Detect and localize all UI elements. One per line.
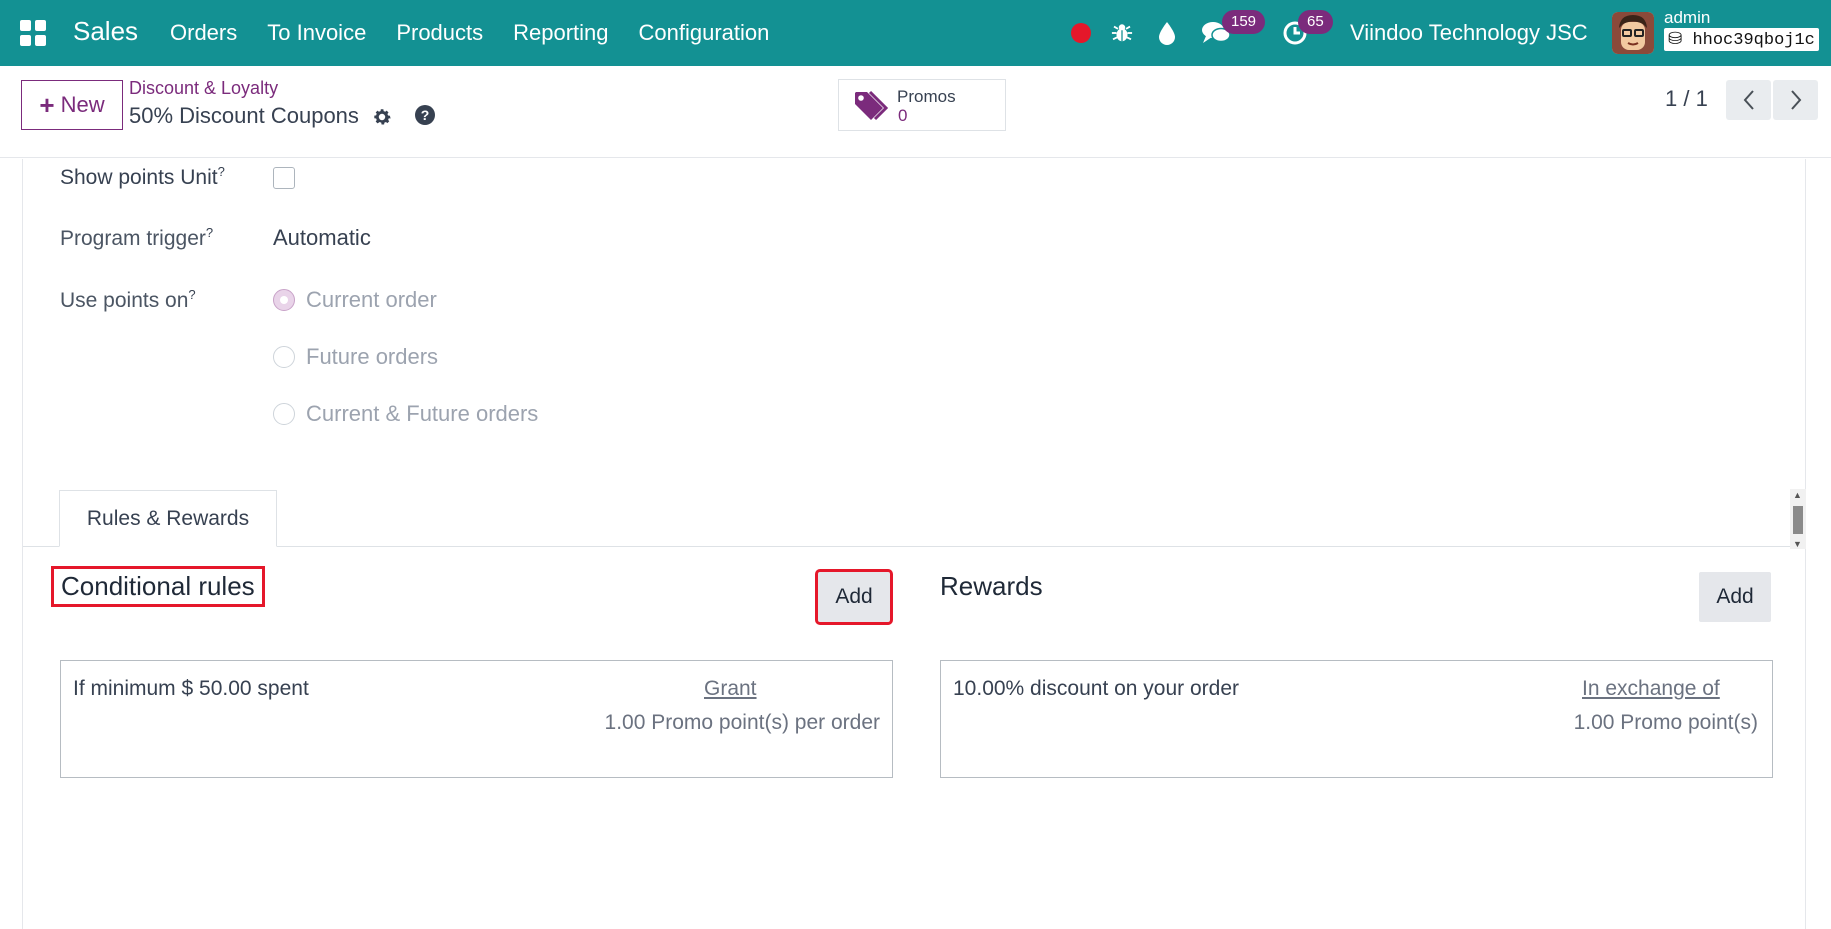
- new-button[interactable]: + New: [21, 80, 123, 130]
- water-drop-icon[interactable]: [1156, 0, 1178, 66]
- radio-label-current-future-orders[interactable]: Current & Future orders: [306, 401, 538, 427]
- database-icon: ⛁: [1668, 31, 1683, 50]
- program-trigger-label: Program trigger?: [60, 225, 214, 250]
- conditional-rules-title: Conditional rules: [51, 566, 265, 607]
- svg-text:?: ?: [421, 107, 430, 123]
- program-trigger-value: Automatic: [273, 225, 371, 250]
- bug-icon[interactable]: [1110, 0, 1134, 66]
- radio-current-future-orders[interactable]: [273, 403, 295, 425]
- form-sheet: Show points Unit? Program trigger? Autom…: [22, 159, 1806, 929]
- help-tooltip-mark[interactable]: ?: [218, 164, 225, 179]
- breadcrumb-parent[interactable]: Discount & Loyalty: [129, 78, 278, 99]
- menu-item-reporting[interactable]: Reporting: [513, 20, 608, 46]
- rewards-title: Rewards: [940, 571, 1043, 601]
- promos-count: 0: [898, 106, 908, 125]
- help-tooltip-mark[interactable]: ?: [206, 225, 213, 240]
- scroll-up-arrow-icon[interactable]: ▲: [1793, 490, 1802, 500]
- top-navbar: Sales Orders To Invoice Products Reporti…: [0, 0, 1831, 66]
- apps-menu-icon[interactable]: [20, 20, 46, 46]
- radio-future-orders[interactable]: [273, 346, 295, 368]
- app-name[interactable]: Sales: [73, 16, 138, 47]
- menu-item-to-invoice[interactable]: To Invoice: [267, 20, 366, 46]
- record-icon[interactable]: [1070, 0, 1092, 66]
- help-tooltip-mark[interactable]: ?: [188, 287, 195, 302]
- menu-item-configuration[interactable]: Configuration: [639, 20, 770, 46]
- messages-icon[interactable]: [1199, 0, 1233, 66]
- pager-value[interactable]: 1 / 1: [1665, 86, 1708, 112]
- scroll-down-arrow-icon[interactable]: ▼: [1793, 539, 1802, 549]
- scrollbar[interactable]: ▲ ▼: [1790, 489, 1806, 549]
- activities-count-badge: 65: [1298, 10, 1333, 34]
- use-points-on-label: Use points on?: [60, 287, 196, 312]
- rule-grant-detail: 1.00 Promo point(s) per order: [604, 711, 880, 734]
- show-points-unit-label: Show points Unit?: [60, 164, 225, 189]
- promos-label: Promos: [897, 87, 956, 106]
- pager-previous-button[interactable]: [1726, 80, 1771, 120]
- tab-rules-rewards[interactable]: Rules & Rewards: [59, 490, 277, 547]
- gear-icon[interactable]: [371, 106, 393, 128]
- radio-label-future-orders[interactable]: Future orders: [306, 344, 438, 370]
- rewards-add-button[interactable]: Add: [1699, 572, 1771, 622]
- chevron-left-icon: [1743, 90, 1754, 110]
- menu-item-orders[interactable]: Orders: [170, 20, 237, 46]
- database-name: hhoc39qboj1c: [1692, 31, 1815, 50]
- messages-count-badge: 159: [1222, 10, 1266, 34]
- pager-next-button[interactable]: [1773, 80, 1818, 120]
- tabs-divider: [23, 546, 1791, 547]
- tags-icon: [855, 90, 889, 121]
- control-panel: + New Discount & Loyalty 50% Discount Co…: [0, 66, 1831, 158]
- user-avatar[interactable]: [1612, 12, 1654, 54]
- new-button-label: New: [60, 92, 105, 117]
- chevron-right-icon: [1790, 90, 1801, 110]
- help-icon[interactable]: ?: [414, 104, 436, 126]
- reward-exchange-detail: 1.00 Promo point(s): [1573, 711, 1758, 734]
- main-menu: Orders To Invoice Products Reporting Con…: [170, 20, 769, 46]
- conditional-rule-card[interactable]: If minimum $ 50.00 spent Grant 1.00 Prom…: [60, 660, 893, 778]
- plus-icon: +: [39, 90, 55, 120]
- promos-smart-button[interactable]: Promos 0: [838, 79, 1006, 131]
- radio-label-current-order[interactable]: Current order: [306, 287, 437, 313]
- reward-exchange-link[interactable]: In exchange of: [1582, 677, 1720, 701]
- user-name[interactable]: admin: [1664, 8, 1710, 28]
- rule-grant-link[interactable]: Grant: [704, 677, 757, 701]
- reward-description: 10.00% discount on your order: [953, 677, 1240, 700]
- reward-card[interactable]: 10.00% discount on your order In exchang…: [940, 660, 1773, 778]
- rule-condition: If minimum $ 50.00 spent: [73, 677, 309, 700]
- show-points-unit-checkbox[interactable]: [273, 167, 295, 189]
- database-tag: ⛁ hhoc39qboj1c: [1664, 28, 1819, 51]
- menu-item-products[interactable]: Products: [396, 20, 483, 46]
- scrollbar-thumb[interactable]: [1793, 506, 1803, 534]
- conditional-rules-add-button[interactable]: Add: [815, 569, 893, 625]
- company-switcher[interactable]: Viindoo Technology JSC: [1350, 20, 1588, 46]
- record-title: 50% Discount Coupons: [129, 103, 359, 128]
- radio-current-order[interactable]: [273, 289, 295, 311]
